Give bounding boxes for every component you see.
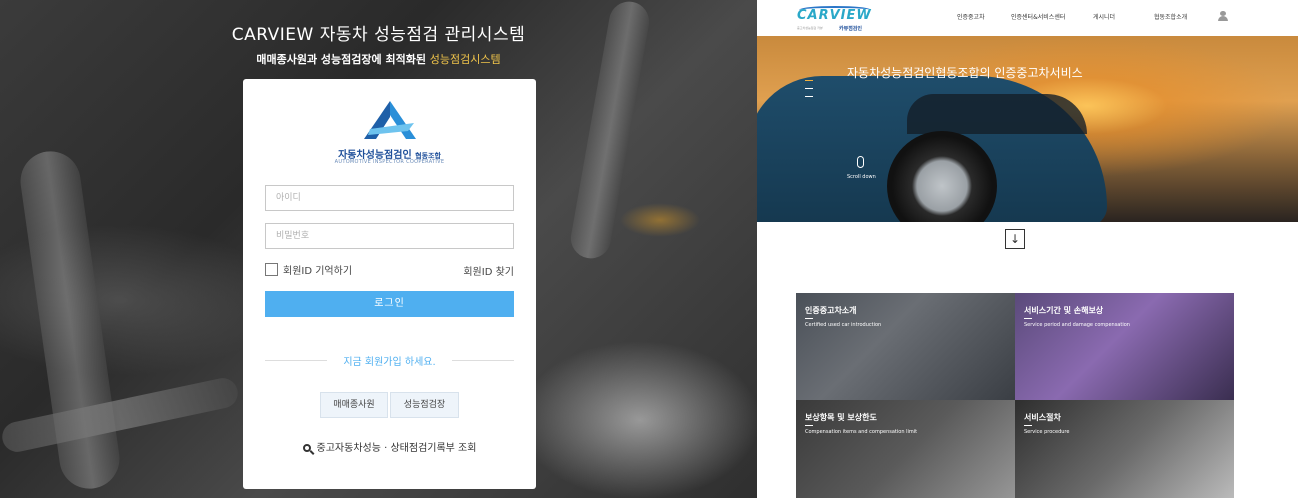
login-button[interactable]: 로그인 — [265, 291, 514, 317]
tile-subtitle: Service period and damage compensation — [1024, 322, 1130, 328]
lookup-label: 중고자동차성능 · 상태점검기록부 조회 — [316, 443, 477, 454]
slide-indicators[interactable] — [805, 80, 813, 104]
system-subtitle: 매매종사원과 성능점검장에 최적화된 성능점검시스템 — [0, 51, 757, 67]
brand-kor: 카뷰점검인 — [839, 26, 863, 32]
user-icon[interactable] — [1218, 11, 1228, 21]
tile-title: 서비스절차 — [1024, 413, 1061, 422]
join-divider: 지금 회원가입 하세요. — [265, 353, 514, 368]
slide-indicator[interactable] — [805, 80, 813, 81]
tile-bar — [1024, 318, 1032, 319]
nav-service-center[interactable]: 인증센터&서비스센터 — [1011, 12, 1065, 21]
tile-subtitle: Certified used car introduction — [805, 322, 882, 328]
tile-title: 인증중고차소개 — [805, 306, 857, 315]
nav-cooperative[interactable]: 협동조합소개 — [1154, 12, 1187, 21]
tile-bar — [1024, 425, 1032, 426]
nav-certified-cars[interactable]: 인증중고차 — [957, 12, 985, 21]
join-prompt: 지금 회원가입 하세요. — [343, 357, 436, 368]
cooperative-logo: 자동차성능점검인 협동조합 AUTOMOTIVE INSPECTOR COOPE… — [243, 101, 536, 171]
hero-car-window — [907, 94, 1087, 134]
scroll-label: Scroll down — [847, 174, 876, 180]
tile-subtitle: Compensation items and compensation limi… — [805, 429, 918, 435]
slide-indicator[interactable] — [805, 96, 813, 97]
brand-name: CARVIEW — [797, 8, 872, 23]
search-icon — [302, 444, 311, 452]
carview-logo[interactable]: CARVIEW 중고차성능점검 카뷰 카뷰점검인 — [797, 6, 873, 32]
tile-subtitle: Service procedure — [1024, 429, 1070, 435]
nav-board[interactable]: 게시니더 — [1093, 12, 1115, 21]
homepage: CARVIEW 중고차성능점검 카뷰 카뷰점검인 인증중고차 인증센터&서비스센… — [757, 0, 1298, 498]
system-title: CARVIEW 자동차 성능점검 관리시스템 — [231, 25, 526, 45]
tile-title: 서비스기간 및 손해보상 — [1024, 306, 1104, 315]
login-card: 자동차성능점검인 협동조합 AUTOMOTIVE INSPECTOR COOPE… — [243, 79, 536, 489]
tile-bar — [805, 318, 813, 319]
tile-service-period[interactable]: 서비스기간 및 손해보상 Service period and damage c… — [1015, 293, 1234, 400]
tile-title: 보상항목 및 보상한도 — [805, 413, 877, 422]
id-input[interactable] — [265, 185, 514, 211]
tile-bar — [805, 425, 813, 426]
scroll-down-button[interactable]: ↓ — [1005, 229, 1025, 249]
hero-title: 자동차성능점검인협동조합의 인증중고차서비스 — [847, 66, 1083, 80]
subtitle-highlight: 성능점검시스템 — [429, 53, 501, 66]
brand-tagline: 중고차성능점검 카뷰 — [797, 26, 823, 30]
remember-id[interactable]: 회원ID 기억하기 — [265, 262, 352, 277]
password-input[interactable] — [265, 223, 514, 249]
slide-indicator[interactable] — [805, 88, 813, 89]
scroll-mouse-icon — [857, 156, 864, 168]
join-dealer-button[interactable]: 매매종사원 — [320, 392, 388, 418]
tile-service-procedure[interactable]: 서비스절차 Service procedure — [1015, 400, 1234, 498]
tile-certified-car[interactable]: 인증중고차소개 Certified used car introduction — [796, 293, 1015, 400]
background-hose — [0, 375, 241, 455]
logo-english: AUTOMOTIVE INSPECTOR COOPERATIVE — [334, 159, 445, 165]
logo-a-icon — [364, 101, 416, 139]
top-nav: CARVIEW 중고차성능점검 카뷰 카뷰점검인 인증중고차 인증센터&서비스센… — [757, 0, 1298, 36]
subtitle-text: 매매종사원과 성능점검장에 최적화된 — [256, 53, 430, 66]
tile-compensation-items[interactable]: 보상항목 및 보상한도 Compensation items and compe… — [796, 400, 1015, 498]
remember-checkbox[interactable] — [265, 263, 278, 276]
lookup-link[interactable]: 중고자동차성능 · 상태점검기록부 조회 — [243, 439, 536, 454]
hero-banner: 자동차성능점검인협동조합의 인증중고차서비스 Scroll down — [757, 36, 1298, 222]
login-page: CARVIEW 자동차 성능점검 관리시스템 매매종사원과 성능점검장에 최적화… — [0, 0, 757, 498]
find-id-link[interactable]: 회원ID 찾기 — [463, 263, 514, 278]
join-inspection-button[interactable]: 성능점검장 — [390, 392, 459, 418]
remember-label: 회원ID 기억하기 — [283, 266, 353, 277]
